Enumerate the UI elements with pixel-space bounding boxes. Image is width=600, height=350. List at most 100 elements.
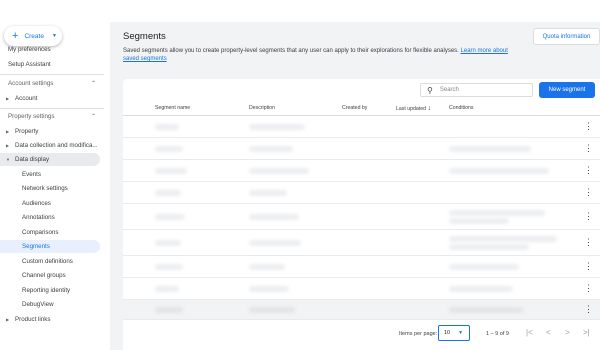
redacted-description bbox=[249, 190, 287, 196]
previous-page-icon[interactable]: < bbox=[546, 328, 551, 337]
column-header-segment-name[interactable]: Segment name bbox=[155, 105, 190, 111]
redacted-description bbox=[249, 307, 295, 313]
more-vert-icon[interactable]: ⋮ bbox=[584, 284, 593, 293]
more-vert-icon[interactable]: ⋮ bbox=[584, 144, 593, 153]
table-row[interactable]: ⋮ bbox=[123, 300, 600, 320]
create-button[interactable]: + Create ▼ bbox=[4, 26, 62, 46]
redacted-name bbox=[155, 264, 183, 270]
sidebar-item-network-settings[interactable]: Network settings bbox=[22, 185, 68, 192]
redacted-conditions bbox=[449, 244, 529, 250]
collapse-triangle-icon[interactable]: ▼ bbox=[6, 157, 10, 162]
column-header-last-updated[interactable]: Last updated ↓ bbox=[396, 105, 431, 112]
table-row[interactable]: ⋮ bbox=[123, 182, 600, 204]
more-vert-icon[interactable]: ⋮ bbox=[584, 305, 593, 314]
expand-triangle-icon[interactable]: ▶ bbox=[6, 96, 9, 101]
table-row[interactable]: ⋮ bbox=[123, 230, 600, 256]
sidebar-item-product-links[interactable]: Product links bbox=[15, 316, 50, 323]
redacted-description bbox=[249, 240, 301, 246]
sort-arrow-icon[interactable]: ↓ bbox=[427, 105, 431, 112]
chevron-up-icon[interactable]: ⌃ bbox=[91, 80, 96, 87]
table-row[interactable]: ⋮ bbox=[123, 160, 600, 182]
redacted-name bbox=[155, 146, 183, 152]
table-row[interactable]: ⋮ bbox=[123, 278, 600, 300]
sidebar-item-my-preferences[interactable]: My preferences bbox=[8, 46, 51, 53]
search-input[interactable]: ⚲ Search bbox=[420, 83, 533, 97]
items-per-page-label: Items per page: bbox=[399, 331, 438, 337]
sidebar-item-custom-definitions[interactable]: Custom definitions bbox=[22, 258, 73, 265]
pagination-range: 1 – 9 of 9 bbox=[486, 331, 509, 337]
more-vert-icon[interactable]: ⋮ bbox=[584, 122, 593, 131]
redacted-conditions bbox=[449, 236, 557, 242]
redacted-description bbox=[249, 146, 293, 152]
column-header-description[interactable]: Description bbox=[249, 105, 275, 111]
redacted-description bbox=[249, 214, 299, 220]
sidebar-divider bbox=[0, 74, 104, 75]
items-per-page-value: 10 bbox=[444, 330, 451, 336]
last-page-icon[interactable]: >| bbox=[583, 328, 590, 337]
sidebar-item-debugview[interactable]: DebugView bbox=[22, 301, 54, 308]
redacted-description bbox=[249, 124, 305, 130]
description-text: Saved segments allow you to create prope… bbox=[123, 48, 459, 54]
search-icon: ⚲ bbox=[427, 85, 433, 95]
sidebar-item-channel-groups[interactable]: Channel groups bbox=[22, 272, 66, 279]
redacted-name bbox=[155, 190, 181, 196]
last-updated-label: Last updated bbox=[396, 106, 426, 112]
quota-information-button[interactable]: Quota information bbox=[533, 28, 600, 45]
section-property-settings[interactable]: Property settings bbox=[8, 113, 54, 120]
plus-icon: + bbox=[12, 29, 19, 42]
table-row[interactable]: ⋮ bbox=[123, 204, 600, 230]
first-page-icon[interactable]: |< bbox=[526, 328, 533, 337]
sidebar: + Create ▼ My preferences Setup Assistan… bbox=[0, 22, 110, 350]
chevron-up-icon[interactable]: ⌃ bbox=[91, 113, 96, 120]
redacted-conditions bbox=[449, 286, 513, 292]
expand-triangle-icon[interactable]: ▶ bbox=[6, 129, 9, 134]
redacted-name bbox=[155, 307, 183, 313]
table-row[interactable]: ⋮ bbox=[123, 116, 600, 138]
sidebar-item-annotations[interactable]: Annotations bbox=[22, 214, 55, 221]
redacted-conditions bbox=[449, 264, 519, 270]
next-page-icon[interactable]: > bbox=[565, 328, 570, 337]
sidebar-item-data-display[interactable]: Data display bbox=[15, 156, 49, 163]
redacted-conditions bbox=[449, 210, 545, 216]
column-header-created-by[interactable]: Created by bbox=[342, 105, 367, 111]
selected-item-background bbox=[0, 240, 100, 253]
page-title: Segments bbox=[123, 31, 166, 42]
new-segment-button[interactable]: New segment bbox=[539, 82, 595, 98]
section-account-settings[interactable]: Account settings bbox=[8, 80, 53, 87]
redacted-name bbox=[155, 124, 179, 130]
redacted-conditions bbox=[449, 146, 531, 152]
sidebar-item-data-collection[interactable]: Data collection and modifica... bbox=[15, 142, 98, 149]
redacted-name bbox=[155, 286, 179, 292]
expand-triangle-icon[interactable]: ▶ bbox=[6, 143, 9, 148]
more-vert-icon[interactable]: ⋮ bbox=[584, 188, 593, 197]
table-row[interactable]: ⋮ bbox=[123, 256, 600, 278]
sidebar-item-comparisons[interactable]: Comparisons bbox=[22, 229, 58, 236]
more-vert-icon[interactable]: ⋮ bbox=[584, 262, 593, 271]
sidebar-item-audiences[interactable]: Audiences bbox=[22, 200, 51, 207]
sidebar-item-events[interactable]: Events bbox=[22, 171, 41, 178]
caret-down-icon: ▼ bbox=[458, 330, 464, 336]
table-row[interactable]: ⋮ bbox=[123, 138, 600, 160]
more-vert-icon[interactable]: ⋮ bbox=[584, 166, 593, 175]
more-vert-icon[interactable]: ⋮ bbox=[584, 238, 593, 247]
redacted-name bbox=[155, 168, 187, 174]
sidebar-item-segments[interactable]: Segments bbox=[22, 243, 50, 250]
sidebar-item-reporting-identity[interactable]: Reporting identity bbox=[22, 287, 70, 294]
sidebar-item-setup-assistant[interactable]: Setup Assistant bbox=[8, 61, 51, 68]
redacted-conditions bbox=[449, 307, 523, 313]
redacted-description bbox=[249, 168, 309, 174]
redacted-description bbox=[249, 264, 285, 270]
more-vert-icon[interactable]: ⋮ bbox=[584, 212, 593, 221]
pagination-bar: Items per page: 10 ▼ 1 – 9 of 9 |< < > >… bbox=[123, 320, 600, 350]
sidebar-item-property[interactable]: Property bbox=[15, 128, 38, 135]
items-per-page-select[interactable]: 10 ▼ bbox=[438, 325, 470, 341]
caret-down-icon: ▼ bbox=[51, 33, 57, 39]
redacted-conditions bbox=[449, 168, 549, 174]
segments-table-card: ⚲ Search New segment Segment name Descri… bbox=[123, 79, 600, 350]
main-content: Segments Quota information Saved segment… bbox=[110, 22, 600, 350]
create-label: Create bbox=[24, 32, 44, 40]
sidebar-item-account[interactable]: Account bbox=[15, 95, 37, 102]
expand-triangle-icon[interactable]: ▶ bbox=[6, 317, 9, 322]
column-header-conditions[interactable]: Conditions bbox=[449, 105, 474, 111]
redacted-name bbox=[155, 240, 181, 246]
